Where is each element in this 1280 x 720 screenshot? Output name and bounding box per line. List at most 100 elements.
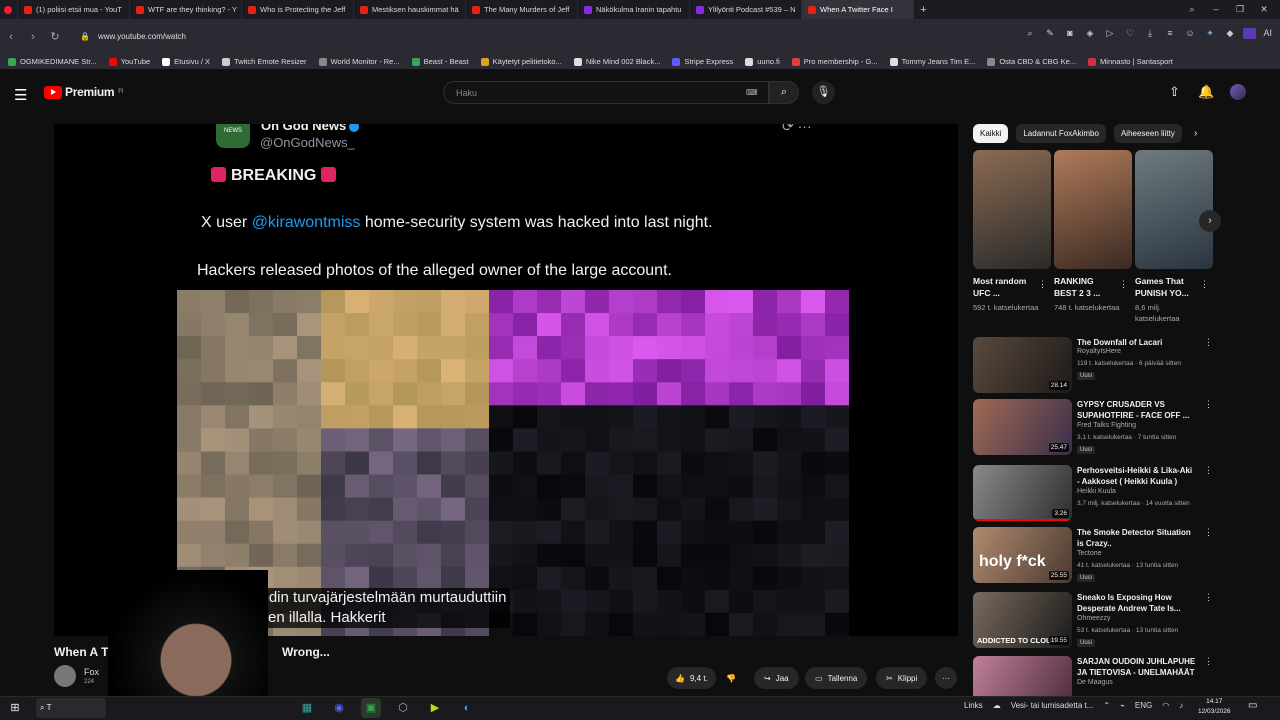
browser-menu-button[interactable] bbox=[0, 0, 18, 19]
short-thumbnail[interactable] bbox=[973, 150, 1051, 269]
video-title[interactable]: Sneako Is Exposing How Desperate Andrew … bbox=[1077, 592, 1197, 614]
more-options-icon[interactable]: ⋮ bbox=[1204, 592, 1213, 603]
channel-name[interactable]: Fox bbox=[84, 667, 99, 677]
ai-button[interactable]: AI bbox=[1263, 28, 1272, 39]
more-options-icon[interactable]: ⋮ bbox=[1204, 337, 1213, 348]
bookmark-item[interactable]: Tommy Jeans Tim E... bbox=[889, 57, 975, 66]
channel-name[interactable]: RoyaltyIsHere bbox=[1077, 348, 1121, 355]
bookmark-item[interactable]: Minnasto | Santasport bbox=[1088, 57, 1173, 66]
more-options-icon[interactable]: ⋮ bbox=[1204, 656, 1213, 667]
recommended-video[interactable]: ADDICTED TO CLOUT 19.55 Sneako Is Exposing… bbox=[973, 592, 1213, 652]
filter-chip[interactable]: Kaikki bbox=[973, 124, 1009, 143]
language-indicator[interactable]: ENG bbox=[1135, 701, 1152, 710]
browser-tab[interactable]: WTF are they thinking? - Y bbox=[130, 0, 242, 19]
bookmark-item[interactable]: Pro membership - G... bbox=[791, 57, 878, 66]
browser-tab[interactable]: When A Twitter Face I bbox=[802, 0, 914, 19]
search-icon[interactable]: ⌕ bbox=[1023, 28, 1036, 39]
user-icon[interactable]: ☺ bbox=[1183, 28, 1196, 39]
clock[interactable]: 14.17 12/03/2026 bbox=[1198, 697, 1231, 717]
video-thumbnail[interactable]: 25.47 bbox=[973, 399, 1072, 455]
video-player[interactable]: NEWS On God News @OnGodNews_ ⟳ ··· BREAK… bbox=[54, 124, 958, 636]
sidebar-icon[interactable] bbox=[1243, 28, 1257, 39]
play-icon[interactable]: ▷ bbox=[1103, 28, 1116, 39]
short-thumbnail[interactable] bbox=[1135, 150, 1213, 269]
list-icon[interactable]: ≡ bbox=[1163, 28, 1176, 39]
upload-icon[interactable]: ⇧ bbox=[1169, 84, 1180, 100]
bookmark-item[interactable]: OGMIKEDIMANE Str... bbox=[8, 57, 97, 66]
hamburger-menu-icon[interactable]: ☰ bbox=[14, 86, 27, 104]
heart-icon[interactable]: ♡ bbox=[1123, 28, 1136, 39]
video-title[interactable]: The Downfall of Lacari bbox=[1077, 337, 1197, 348]
camera-icon[interactable]: ◙ bbox=[1063, 28, 1076, 39]
bookmark-item[interactable]: Etusivu / X bbox=[162, 57, 210, 66]
keyboard-icon[interactable]: ⌨ bbox=[746, 88, 758, 97]
short-title[interactable]: RANKING BEST 2 3 ... bbox=[1054, 275, 1118, 299]
search-input[interactable]: Haku bbox=[443, 81, 769, 104]
chat-app-icon[interactable]: ▣ bbox=[361, 698, 381, 718]
recommended-video[interactable]: 25.47 GYPSY CRUSADER VS SUPAHOTFIRE - FAC… bbox=[973, 399, 1213, 459]
mic-icon[interactable]: 🎙 bbox=[812, 81, 835, 104]
video-thumbnail[interactable]: 3.26 bbox=[973, 465, 1072, 521]
video-thumbnail[interactable]: ADDICTED TO CLOUT 19.55 bbox=[973, 592, 1072, 648]
bookmark-item[interactable]: uuno.fi bbox=[745, 57, 780, 66]
channel-name[interactable]: Fred Talks Fighting bbox=[1077, 422, 1136, 429]
more-options-icon[interactable]: ⋮ bbox=[1200, 279, 1209, 290]
like-button[interactable]: 👍 9,4 t. bbox=[667, 667, 716, 689]
video-title[interactable]: SARJAN OUDOIN JUHLAPUHE JA TIETOVISA - U… bbox=[1077, 656, 1197, 678]
video-title[interactable]: Perhosveitsi-Heikki & Lika-Aki - Aakkose… bbox=[1077, 465, 1197, 487]
discord-icon[interactable]: ◉ bbox=[329, 698, 349, 718]
channel-avatar[interactable] bbox=[54, 665, 76, 687]
url-field[interactable]: 🔒 www.youtube.com/watch bbox=[74, 26, 714, 48]
wifi-icon[interactable]: ◠ bbox=[1162, 701, 1169, 710]
channel-name[interactable]: De Maagus bbox=[1077, 679, 1113, 686]
more-options-icon[interactable]: ⋮ bbox=[1204, 399, 1213, 410]
download-icon[interactable]: ⤓ bbox=[1143, 28, 1156, 39]
network-icon[interactable]: ⌁ bbox=[1120, 701, 1125, 710]
video-title[interactable]: GYPSY CRUSADER VS SUPAHOTFIRE - FACE OFF… bbox=[1077, 399, 1197, 421]
edit-icon[interactable]: ✎ bbox=[1043, 28, 1056, 39]
more-options-icon[interactable]: ⋮ bbox=[1204, 465, 1213, 476]
windows-start-icon[interactable]: ⊞ bbox=[5, 698, 25, 718]
more-options-icon[interactable]: ⋮ bbox=[1204, 527, 1213, 538]
bookmark-item[interactable]: Twitch Emote Resizer bbox=[222, 57, 307, 66]
close-window-button[interactable]: ✕ bbox=[1252, 0, 1276, 19]
browser-tab[interactable]: Who is Protecting the Jeff bbox=[242, 0, 354, 19]
more-actions-button[interactable]: ··· bbox=[935, 667, 957, 689]
bookmark-item[interactable]: Nike Mind 002 Black... bbox=[573, 57, 660, 66]
browser-tab[interactable]: Ylilyönti Podcast #539 – N bbox=[690, 0, 802, 19]
game-app-icon[interactable]: ▶ bbox=[425, 698, 445, 718]
maximize-button[interactable]: ❐ bbox=[1228, 0, 1252, 19]
account-avatar[interactable] bbox=[1230, 84, 1246, 100]
bookmark-item[interactable]: World Monitor - Re... bbox=[318, 57, 400, 66]
channel-name[interactable]: Tectone bbox=[1077, 550, 1102, 557]
edge-icon[interactable]: ◐ bbox=[457, 698, 477, 718]
browser-tab[interactable]: (1) poliisi etsii mua - YouT bbox=[18, 0, 130, 19]
bookmark-item[interactable]: Käytetyt pelitietoko... bbox=[480, 57, 562, 66]
video-thumbnail[interactable]: 28.14 bbox=[973, 337, 1072, 393]
volume-icon[interactable]: ♪ bbox=[1179, 701, 1183, 710]
forward-button[interactable]: › bbox=[22, 31, 44, 43]
share-button[interactable]: ↪ Jaa bbox=[754, 667, 799, 689]
extension-icon[interactable]: ✦ bbox=[1203, 28, 1216, 39]
recommended-video[interactable]: 3.26 Perhosveitsi-Heikki & Lika-Aki - Aak… bbox=[973, 465, 1213, 525]
more-options-icon[interactable]: ⋮ bbox=[1038, 279, 1047, 290]
browser-tab[interactable]: Mestiksen hauskimmat hä bbox=[354, 0, 466, 19]
clip-button[interactable]: ✂ Klippi bbox=[876, 667, 928, 689]
youtube-premium-logo[interactable]: Premium FI bbox=[44, 85, 123, 99]
back-button[interactable]: ‹ bbox=[0, 31, 22, 43]
more-options-icon[interactable]: ⋮ bbox=[1119, 279, 1128, 290]
chevron-up-icon[interactable]: ⌃ bbox=[1103, 701, 1110, 710]
filter-chip[interactable]: Aiheeseen liitty bbox=[1113, 124, 1182, 143]
channel-name[interactable]: Ohmeezzy bbox=[1077, 615, 1110, 622]
notification-center-icon[interactable]: ▭ bbox=[1248, 700, 1257, 711]
shorts-next-button[interactable]: › bbox=[1199, 210, 1221, 232]
notifications-bell-icon[interactable]: 🔔 bbox=[1198, 84, 1214, 100]
dislike-button[interactable]: 👎 bbox=[720, 667, 742, 689]
short-title[interactable]: Games That PUNISH YO... bbox=[1135, 275, 1199, 299]
bookmark-item[interactable]: YouTube bbox=[108, 57, 150, 66]
reload-icon[interactable]: ↻ bbox=[44, 30, 66, 43]
recommended-video[interactable]: 28.14 The Downfall of Lacari RoyaltyIsHere… bbox=[973, 337, 1213, 397]
search-button[interactable]: ⌕ bbox=[769, 81, 799, 104]
save-button[interactable]: ▭ Tallenna bbox=[805, 667, 868, 689]
chevron-right-icon[interactable]: › bbox=[1194, 128, 1197, 139]
